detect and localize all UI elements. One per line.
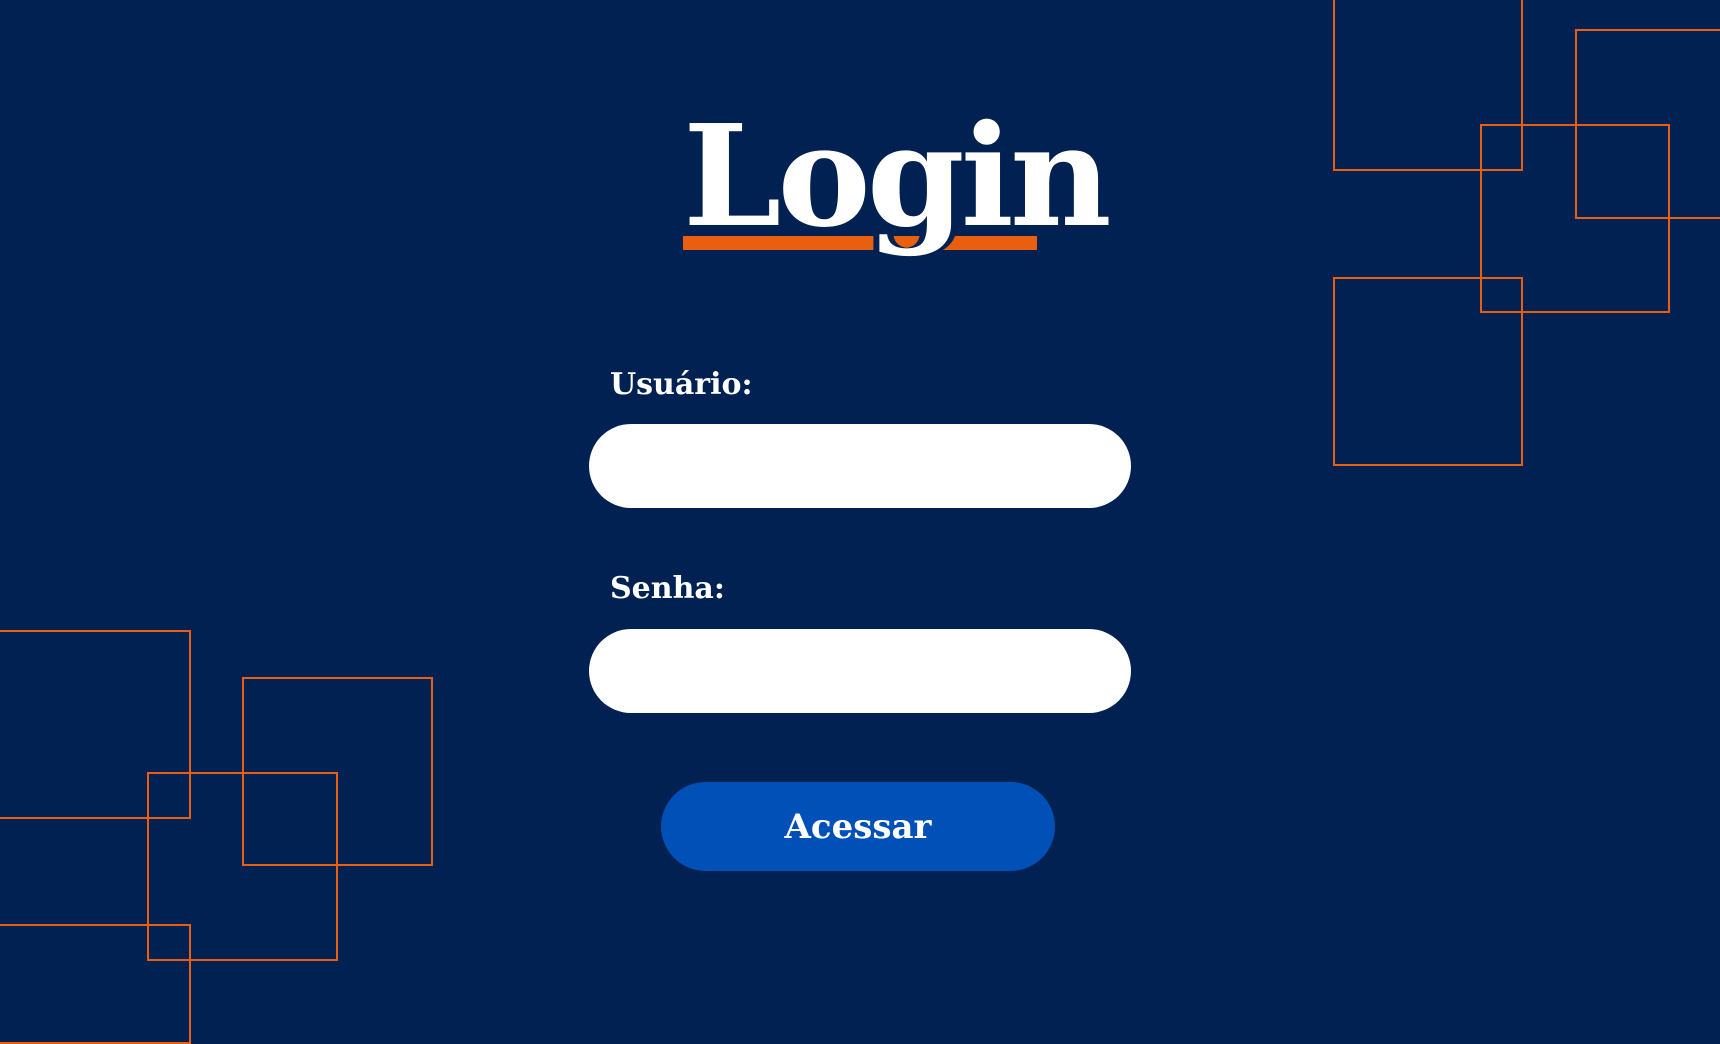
decorative-square — [0, 924, 191, 1044]
username-input[interactable] — [589, 424, 1131, 508]
username-label: Usuário: — [610, 367, 753, 402]
password-input[interactable] — [589, 629, 1131, 713]
password-label: Senha: — [610, 571, 725, 606]
page-title-text: Login — [683, 95, 1112, 259]
page-title: Login — [683, 95, 1112, 272]
decorative-square — [1333, 277, 1523, 466]
submit-button[interactable]: Acessar — [661, 782, 1055, 871]
